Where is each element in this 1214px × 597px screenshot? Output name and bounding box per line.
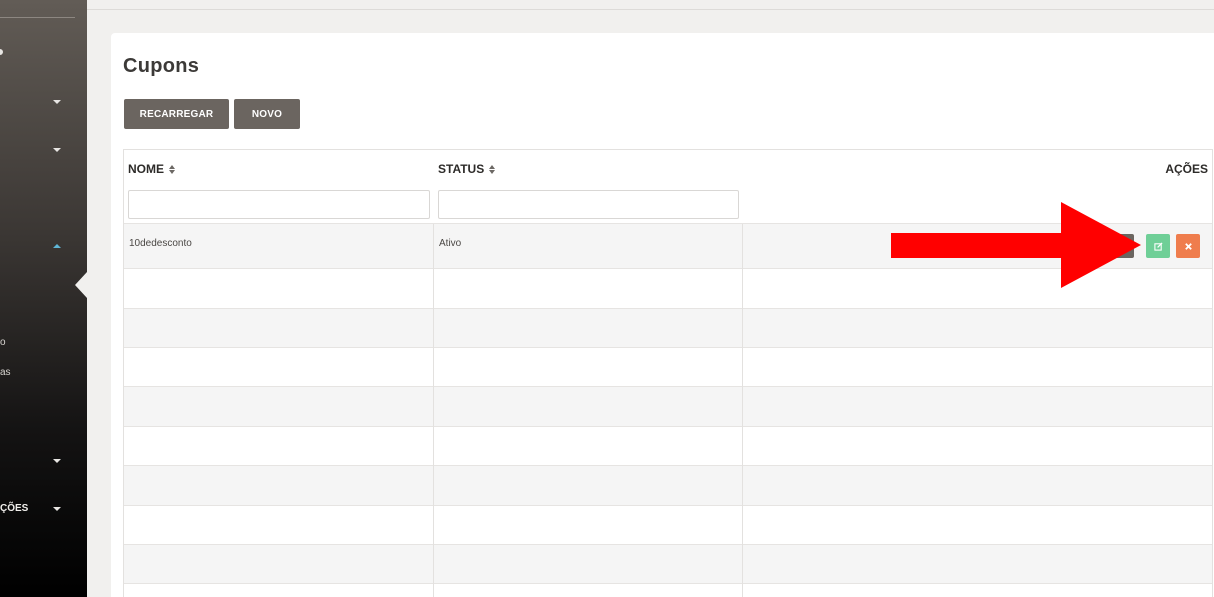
table-row[interactable]: 10dedesconto Ativo — [124, 223, 1212, 268]
column-header-label: NOME — [128, 162, 164, 176]
topbar-divider — [87, 9, 1214, 10]
table-row — [124, 386, 1212, 426]
sort-icon[interactable] — [169, 164, 175, 174]
delete-button[interactable] — [1176, 234, 1200, 258]
column-header-label: AÇÕES — [1165, 162, 1208, 176]
column-header-nome[interactable]: NOME — [128, 162, 175, 176]
column-header-acoes: AÇÕES — [1165, 162, 1208, 176]
coupons-table: NOME STATUS AÇÕES 10dedesconto Ativo — [123, 149, 1213, 597]
cell-nome: 10dedesconto — [129, 238, 192, 249]
chevron-down-icon[interactable] — [53, 100, 61, 104]
sidebar-divider — [0, 17, 75, 18]
sidebar-item-label[interactable]: ÇÕES — [0, 503, 28, 514]
chevron-down-icon[interactable] — [53, 459, 61, 463]
sidebar-item-label[interactable]: o — [0, 337, 6, 348]
column-divider — [742, 224, 743, 597]
sidebar-item-label[interactable]: as — [0, 367, 11, 378]
status-filter-input[interactable] — [438, 190, 739, 219]
table-row — [124, 308, 1212, 347]
table-row — [124, 544, 1212, 583]
nome-filter-input[interactable] — [128, 190, 430, 219]
coupons-panel: Cupons RECARREGAR NOVO NOME STATUS AÇÕES… — [111, 33, 1214, 597]
column-header-label: STATUS — [438, 162, 485, 176]
close-icon — [1184, 242, 1192, 250]
view-button[interactable] — [1110, 234, 1134, 258]
reload-button[interactable]: RECARREGAR — [124, 99, 229, 129]
chevron-down-icon[interactable] — [53, 148, 61, 152]
table-row — [124, 268, 1212, 308]
table-row — [124, 347, 1212, 386]
chevron-up-icon[interactable] — [53, 244, 61, 248]
active-item-pointer — [75, 272, 87, 298]
table-row — [124, 465, 1212, 505]
edit-icon — [1153, 241, 1163, 251]
table-row — [124, 583, 1212, 597]
chevron-down-icon[interactable] — [53, 507, 61, 511]
column-divider — [433, 224, 434, 597]
sidebar: o as ÇÕES — [0, 0, 87, 597]
new-button[interactable]: NOVO — [234, 99, 300, 129]
table-row — [124, 426, 1212, 465]
cell-status: Ativo — [439, 238, 462, 249]
edit-button[interactable] — [1146, 234, 1170, 258]
sort-icon[interactable] — [489, 164, 496, 174]
sidebar-item-marker[interactable] — [0, 49, 3, 55]
column-header-status[interactable]: STATUS — [438, 162, 496, 176]
table-row — [124, 505, 1212, 544]
page-title: Cupons — [123, 55, 200, 77]
